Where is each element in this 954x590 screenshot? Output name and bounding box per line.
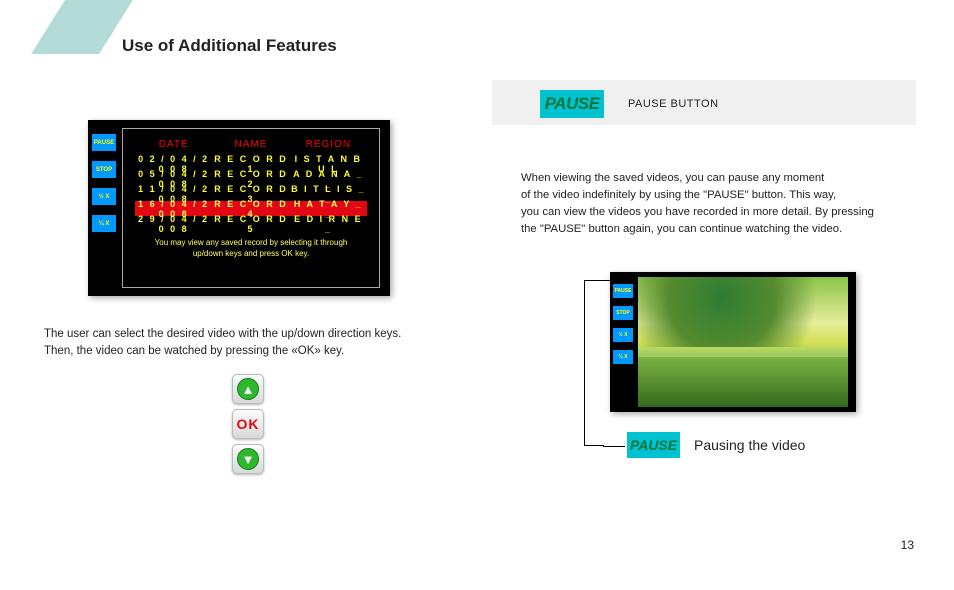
cell-date: 2 9 / 0 4 / 2 0 0 8 — [135, 214, 212, 234]
page-number: 13 — [901, 538, 914, 552]
pausing-caption: Pausing the video — [694, 437, 805, 453]
quarter-speed-button[interactable]: ¼ X — [92, 215, 116, 232]
page-title: Use of Additional Features — [122, 36, 337, 56]
callout-bracket — [584, 280, 604, 446]
pause-description: When viewing the saved videos, you can p… — [521, 170, 916, 238]
ok-key[interactable]: OK — [232, 409, 264, 439]
stop-side-button[interactable]: STOP — [613, 306, 633, 320]
down-key[interactable]: ▼ — [232, 444, 264, 474]
col-date-header: DATE — [135, 139, 212, 150]
callout-stub — [603, 280, 610, 281]
pause-badge: PAUSE — [540, 90, 604, 118]
saved-records-panel: PAUSE STOP ½ X ¼ X DATE NAME REGION 0 2 … — [88, 120, 390, 296]
panel-side-buttons: PAUSE STOP ½ X ¼ X — [92, 134, 116, 232]
arrow-down-icon: ▼ — [237, 448, 259, 470]
pause-button-label: PAUSE BUTTON — [628, 98, 719, 110]
caption-line: Then, the video can be watched by pressi… — [44, 343, 401, 360]
stop-side-button[interactable]: STOP — [92, 161, 116, 178]
pause-badge-text: PAUSE — [545, 94, 600, 114]
video-side-buttons: PAUSE STOP ½ X ¼ X — [613, 284, 633, 364]
table-row[interactable]: 2 9 / 0 4 / 2 0 0 8 R E C O R D 5 E D I … — [135, 216, 367, 231]
tree-icon — [638, 277, 848, 347]
table-header-row: DATE NAME REGION — [123, 129, 379, 156]
ok-label: OK — [237, 416, 260, 432]
half-speed-button[interactable]: ½ X — [92, 188, 116, 205]
decorative-header-shape — [31, 0, 133, 54]
half-speed-button[interactable]: ½ X — [613, 328, 633, 342]
cell-name: R E C O R D 5 — [212, 214, 289, 234]
quarter-speed-button[interactable]: ¼ X — [613, 350, 633, 364]
col-region-header: REGION — [290, 139, 367, 150]
pause-badge-text: PAUSE — [630, 437, 677, 453]
table-help-text: You may view any saved record by selecti… — [123, 231, 379, 259]
remote-control-keys: ▲ OK ▼ — [232, 374, 264, 474]
desc-line: the "PAUSE" button again, you can contin… — [521, 221, 916, 238]
pause-badge-small: PAUSE — [627, 432, 680, 458]
caption-line: The user can select the desired video wi… — [44, 326, 401, 343]
up-key[interactable]: ▲ — [232, 374, 264, 404]
desc-line: you can view the videos you have recorde… — [521, 204, 916, 221]
desc-line: of the video indefinitely by using the "… — [521, 187, 916, 204]
col-name-header: NAME — [212, 139, 289, 150]
water-icon — [638, 357, 848, 407]
left-caption: The user can select the desired video wi… — [44, 326, 401, 361]
cell-region: E D I R N E _ — [290, 214, 367, 234]
desc-line: When viewing the saved videos, you can p… — [521, 170, 916, 187]
arrow-up-icon: ▲ — [237, 378, 259, 400]
records-table: DATE NAME REGION 0 2 / 0 4 / 2 0 0 8 R E… — [122, 128, 380, 288]
video-preview-panel: PAUSE STOP ½ X ¼ X — [610, 272, 856, 412]
callout-stub — [603, 446, 625, 447]
video-scenery — [638, 277, 848, 407]
pause-side-button[interactable]: PAUSE — [613, 284, 633, 298]
pause-side-button[interactable]: PAUSE — [92, 134, 116, 151]
